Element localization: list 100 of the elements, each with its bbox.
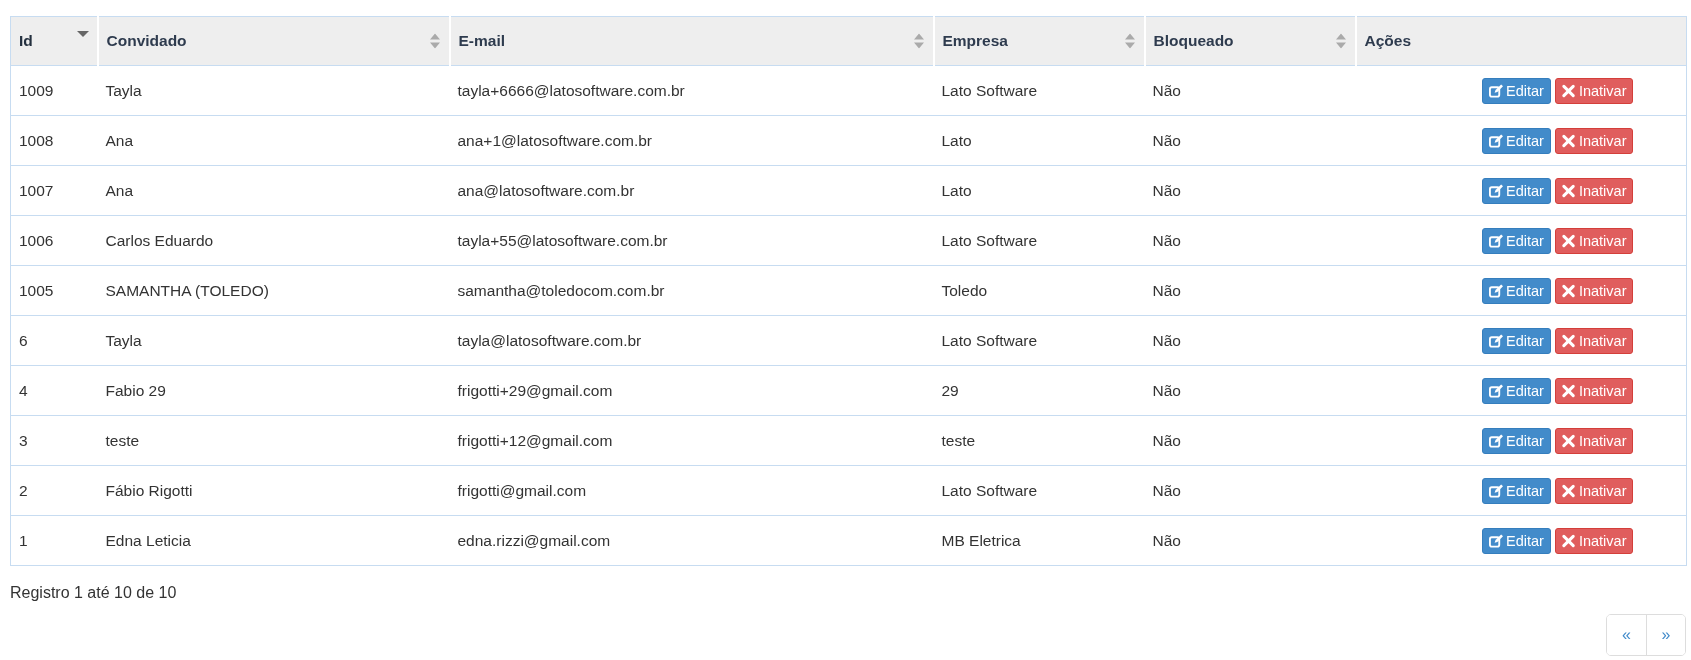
- table-cell: Carlos Eduardo: [97, 215, 450, 266]
- table-cell: 1006: [10, 215, 98, 266]
- edit-icon: [1489, 433, 1503, 448]
- table-cell: 4: [10, 365, 98, 416]
- close-icon: [1561, 383, 1576, 398]
- close-icon: [1561, 83, 1576, 98]
- table-cell: 1007: [10, 165, 98, 216]
- edit-button[interactable]: Editar: [1482, 377, 1551, 404]
- table-cell: samantha@toledocom.com.br: [449, 265, 934, 316]
- table-cell: Não: [1144, 515, 1356, 566]
- table-cell: Tayla: [97, 65, 450, 116]
- deactivate-button[interactable]: Inativar: [1554, 177, 1634, 204]
- table-cell: 2: [10, 465, 98, 516]
- column-header[interactable]: Empresa: [933, 16, 1145, 66]
- table-cell: Tayla: [97, 315, 450, 366]
- table-cell: Não: [1144, 265, 1356, 316]
- edit-icon: [1489, 233, 1503, 248]
- table-cell: 29: [933, 365, 1145, 416]
- edit-button[interactable]: Editar: [1482, 427, 1551, 454]
- table-cell: 3: [10, 415, 98, 466]
- table-cell: Ana: [97, 165, 450, 216]
- close-icon: [1561, 183, 1576, 198]
- table-cell: tayla@latosoftware.com.br: [449, 315, 934, 366]
- table-cell: MB Eletrica: [933, 515, 1145, 566]
- edit-icon: [1489, 533, 1503, 548]
- table-cell: Não: [1144, 165, 1356, 216]
- edit-button[interactable]: Editar: [1482, 277, 1551, 304]
- table-cell: tayla+6666@latosoftware.com.br: [449, 65, 934, 116]
- edit-button[interactable]: Editar: [1482, 477, 1551, 504]
- sort-icon: [428, 33, 441, 49]
- edit-button[interactable]: Editar: [1482, 127, 1551, 154]
- deactivate-button[interactable]: Inativar: [1554, 277, 1634, 304]
- table-cell: Fábio Rigotti: [97, 465, 450, 516]
- edit-icon: [1489, 483, 1503, 498]
- table-cell: Não: [1144, 315, 1356, 366]
- deactivate-button[interactable]: Inativar: [1554, 477, 1634, 504]
- close-icon: [1561, 133, 1576, 148]
- table-cell: Lato: [933, 115, 1145, 166]
- table-cell: Não: [1144, 65, 1356, 116]
- column-header[interactable]: E-mail: [449, 16, 934, 66]
- table-cell: Lato Software: [933, 215, 1145, 266]
- table-cell: frigotti@gmail.com: [449, 465, 934, 516]
- table-cell: Toledo: [933, 265, 1145, 316]
- next-page-button[interactable]: »: [1646, 615, 1685, 655]
- table-cell: teste: [933, 415, 1145, 466]
- close-icon: [1561, 233, 1576, 248]
- edit-icon: [1489, 133, 1503, 148]
- column-header[interactable]: Convidado: [97, 16, 450, 66]
- close-icon: [1561, 283, 1576, 298]
- close-icon: [1561, 483, 1576, 498]
- deactivate-button[interactable]: Inativar: [1554, 377, 1634, 404]
- column-header[interactable]: Id: [10, 16, 98, 66]
- table-cell: Não: [1144, 465, 1356, 516]
- edit-icon: [1489, 83, 1503, 98]
- table-cell: Lato: [933, 165, 1145, 216]
- table-cell: 6: [10, 315, 98, 366]
- close-icon: [1561, 333, 1576, 348]
- table-cell: Lato Software: [933, 465, 1145, 516]
- table-cell: frigotti+29@gmail.com: [449, 365, 934, 416]
- table-cell: Fabio 29: [97, 365, 450, 416]
- close-icon: [1561, 533, 1576, 548]
- table-cell: Lato Software: [933, 315, 1145, 366]
- sort-descending-icon: [76, 31, 89, 37]
- table-cell: frigotti+12@gmail.com: [449, 415, 934, 466]
- deactivate-button[interactable]: Inativar: [1554, 327, 1634, 354]
- edit-icon: [1489, 183, 1503, 198]
- table-cell: Não: [1144, 415, 1356, 466]
- table-cell: 1009: [10, 65, 98, 116]
- table-cell: Não: [1144, 115, 1356, 166]
- edit-icon: [1489, 383, 1503, 398]
- table-cell: Lato Software: [933, 65, 1145, 116]
- edit-button[interactable]: Editar: [1482, 527, 1551, 554]
- sort-icon: [912, 33, 925, 49]
- table-cell: Ana: [97, 115, 450, 166]
- deactivate-button[interactable]: Inativar: [1554, 227, 1634, 254]
- table-cell: Edna Leticia: [97, 515, 450, 566]
- deactivate-button[interactable]: Inativar: [1554, 427, 1634, 454]
- table-cell: 1005: [10, 265, 98, 316]
- edit-button[interactable]: Editar: [1482, 177, 1551, 204]
- table-cell: ana@latosoftware.com.br: [449, 165, 934, 216]
- record-count: Registro 1 até 10 de 10: [10, 584, 177, 602]
- table-cell: 1: [10, 515, 98, 566]
- edit-icon: [1489, 333, 1503, 348]
- table-cell: 1008: [10, 115, 98, 166]
- column-header[interactable]: Bloqueado: [1144, 16, 1356, 66]
- table-cell: tayla+55@latosoftware.com.br: [449, 215, 934, 266]
- column-header: Ações: [1355, 16, 1687, 66]
- sort-icon: [1334, 33, 1347, 49]
- deactivate-button[interactable]: Inativar: [1554, 527, 1634, 554]
- table-cell: ana+1@latosoftware.com.br: [449, 115, 934, 166]
- edit-button[interactable]: Editar: [1482, 327, 1551, 354]
- deactivate-button[interactable]: Inativar: [1554, 127, 1634, 154]
- table-cell: SAMANTHA (TOLEDO): [97, 265, 450, 316]
- table-cell: Não: [1144, 365, 1356, 416]
- edit-button[interactable]: Editar: [1482, 227, 1551, 254]
- edit-button[interactable]: Editar: [1482, 77, 1551, 104]
- table-cell: Não: [1144, 215, 1356, 266]
- table-cell: teste: [97, 415, 450, 466]
- close-icon: [1561, 433, 1576, 448]
- deactivate-button[interactable]: Inativar: [1554, 77, 1634, 104]
